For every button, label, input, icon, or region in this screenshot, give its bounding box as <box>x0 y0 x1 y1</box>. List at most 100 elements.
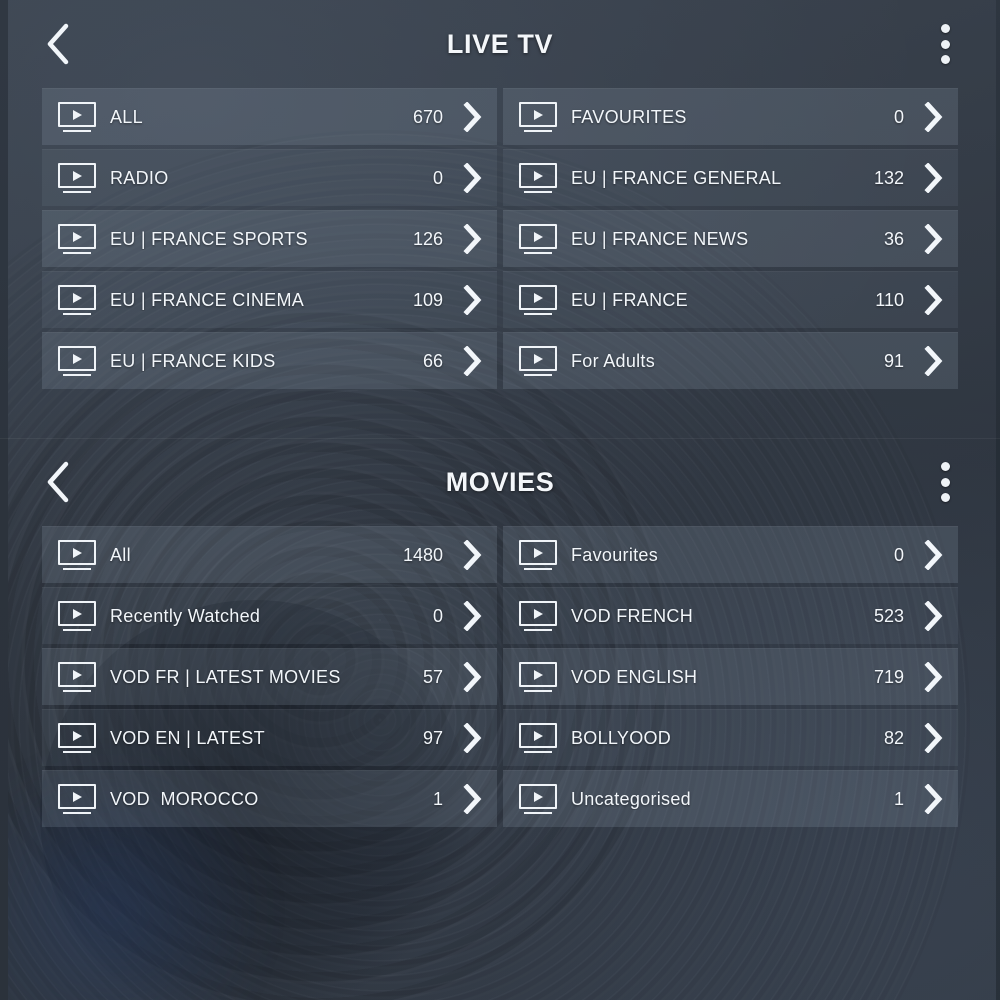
chevron-right-icon[interactable] <box>922 285 944 315</box>
tv-play-icon <box>519 224 557 254</box>
overflow-menu-icon <box>940 493 950 502</box>
category-row-count: 110 <box>875 289 904 310</box>
page-title-movies: MOVIES <box>445 466 555 497</box>
overflow-menu-icon <box>940 477 950 487</box>
category-row-label: VOD EN | LATEST <box>110 727 265 748</box>
category-row[interactable]: EU | FRANCE 110 <box>503 271 958 328</box>
category-row-label: EU | FRANCE KIDS <box>110 350 276 371</box>
category-row[interactable]: EU | FRANCE KIDS 66 <box>42 332 497 389</box>
category-row-count: 109 <box>412 289 443 310</box>
chevron-right-icon[interactable] <box>461 723 483 753</box>
back-button-live-tv[interactable] <box>36 20 80 68</box>
category-row-count: 66 <box>422 350 443 371</box>
chevron-left-icon <box>45 460 71 504</box>
category-row-count: 126 <box>412 228 443 249</box>
overflow-menu-button-movies[interactable] <box>932 459 958 505</box>
category-row-label: VOD FRENCH <box>571 605 694 626</box>
category-row-label: VOD ENGLISH <box>571 666 698 687</box>
chevron-right-icon[interactable] <box>461 346 483 376</box>
overflow-menu-icon <box>940 39 950 49</box>
category-row-count: 1 <box>893 788 904 809</box>
category-row[interactable]: VOD FR | LATEST MOVIES 57 <box>42 648 497 705</box>
category-grid-live-tv: ALL 670 FAVOURITES 0 RADIO 0 EU | FRANCE GENER… <box>42 88 958 389</box>
category-row-count: 132 <box>873 167 904 188</box>
category-row[interactable]: EU | FRANCE GENERAL 132 <box>503 149 958 206</box>
category-row-label: VOD MOROCCO <box>110 788 259 809</box>
chevron-right-icon[interactable] <box>922 601 944 631</box>
chevron-left-icon <box>45 22 71 66</box>
tv-play-icon <box>519 102 557 132</box>
category-row-label: For Adults <box>571 350 656 371</box>
tv-play-icon <box>519 601 557 631</box>
chevron-right-icon[interactable] <box>922 346 944 376</box>
chevron-right-icon[interactable] <box>922 662 944 692</box>
category-row-count: 1 <box>432 788 443 809</box>
category-row-count: 57 <box>422 666 443 687</box>
chevron-right-icon[interactable] <box>461 784 483 814</box>
tv-play-icon <box>58 163 96 193</box>
chevron-right-icon[interactable] <box>461 285 483 315</box>
tv-play-icon <box>519 723 557 753</box>
category-row-label: VOD FR | LATEST MOVIES <box>110 666 341 687</box>
tv-play-icon <box>519 163 557 193</box>
overflow-menu-icon <box>940 24 950 33</box>
back-button-movies[interactable] <box>36 458 80 506</box>
category-row-count: 0 <box>432 605 443 626</box>
category-row[interactable]: All 1480 <box>42 526 497 583</box>
category-row[interactable]: VOD ENGLISH 719 <box>503 648 958 705</box>
category-row-label: BOLLYOOD <box>571 727 672 748</box>
chevron-right-icon[interactable] <box>922 102 944 132</box>
chevron-right-icon[interactable] <box>922 224 944 254</box>
category-row[interactable]: Uncategorised 1 <box>503 770 958 827</box>
category-row-label: EU | FRANCE CINEMA <box>110 289 305 310</box>
chevron-right-icon[interactable] <box>461 102 483 132</box>
tv-play-icon <box>519 784 557 814</box>
category-row[interactable]: VOD FRENCH 523 <box>503 587 958 644</box>
category-row[interactable]: BOLLYOOD 82 <box>503 709 958 766</box>
category-row-label: Uncategorised <box>571 788 691 809</box>
tv-play-icon <box>58 285 96 315</box>
category-row-label: All <box>110 544 131 565</box>
category-grid-movies: All 1480 Favourites 0 Recently Watched 0 VOD F… <box>42 526 958 827</box>
category-row-label: EU | FRANCE <box>571 289 688 310</box>
category-row[interactable]: EU | FRANCE SPORTS 126 <box>42 210 497 267</box>
app-root: LIVE TV ALL 670 FAVOURITES 0 RADIO 0 EU | FRAN… <box>0 0 1000 1000</box>
tv-play-icon <box>519 540 557 570</box>
category-row[interactable]: ALL 670 <box>42 88 497 145</box>
category-row-label: EU | FRANCE NEWS <box>571 228 749 249</box>
overflow-menu-icon <box>940 462 950 471</box>
category-row-count: 97 <box>422 727 443 748</box>
category-row-count: 82 <box>883 727 904 748</box>
tv-play-icon <box>58 662 96 692</box>
category-row[interactable]: For Adults 91 <box>503 332 958 389</box>
chevron-right-icon[interactable] <box>461 540 483 570</box>
chevron-right-icon[interactable] <box>922 540 944 570</box>
chevron-right-icon[interactable] <box>922 163 944 193</box>
category-row[interactable]: VOD MOROCCO 1 <box>42 770 497 827</box>
category-row[interactable]: EU | FRANCE CINEMA 109 <box>42 271 497 328</box>
category-row-count: 0 <box>893 106 904 127</box>
chevron-right-icon[interactable] <box>461 163 483 193</box>
chevron-right-icon[interactable] <box>461 662 483 692</box>
overflow-menu-button-live-tv[interactable] <box>932 21 958 67</box>
header-movies: MOVIES <box>0 438 1000 526</box>
category-row[interactable]: Favourites 0 <box>503 526 958 583</box>
chevron-right-icon[interactable] <box>461 601 483 631</box>
category-row-count: 91 <box>883 350 904 371</box>
category-row-count: 523 <box>873 605 904 626</box>
category-row-label: RADIO <box>110 167 169 188</box>
category-row[interactable]: Recently Watched 0 <box>42 587 497 644</box>
category-row[interactable]: VOD EN | LATEST 97 <box>42 709 497 766</box>
chevron-right-icon[interactable] <box>461 224 483 254</box>
tv-play-icon <box>58 784 96 814</box>
tv-play-icon <box>519 285 557 315</box>
tv-play-icon <box>58 540 96 570</box>
category-row-label: ALL <box>110 106 143 127</box>
category-row[interactable]: EU | FRANCE NEWS 36 <box>503 210 958 267</box>
chevron-right-icon[interactable] <box>922 784 944 814</box>
section-live-tv: LIVE TV ALL 670 FAVOURITES 0 RADIO 0 EU | FRAN… <box>0 0 1000 438</box>
category-row[interactable]: RADIO 0 <box>42 149 497 206</box>
category-row[interactable]: FAVOURITES 0 <box>503 88 958 145</box>
section-movies: MOVIES All 1480 Favourites 0 Recently Watche… <box>0 438 1000 1000</box>
chevron-right-icon[interactable] <box>922 723 944 753</box>
